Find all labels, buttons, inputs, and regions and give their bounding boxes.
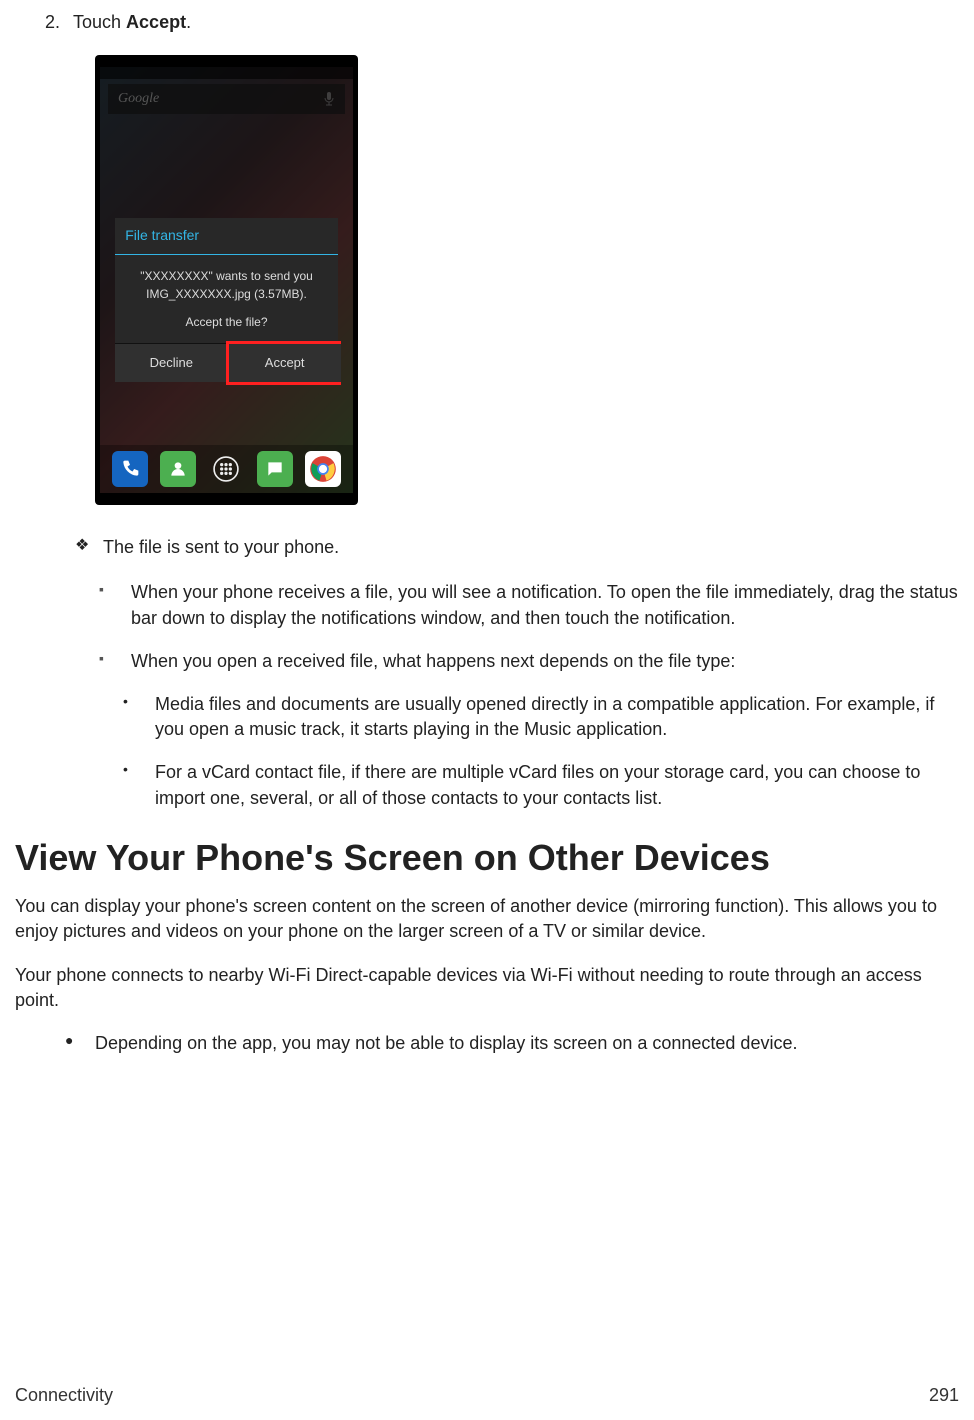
file-transfer-dialog: File transfer "XXXXXXXX" wants to send y… (115, 218, 338, 382)
dialog-line-1: "XXXXXXXX" wants to send you (125, 267, 328, 285)
disc-icon: ● (65, 1031, 95, 1056)
dot-icon: • (123, 760, 155, 810)
phone-mockup: Google File transfer "XXXXXXXX" wants to… (95, 55, 358, 505)
dialog-line-3: Accept the file? (125, 313, 328, 331)
dot-bullet-2: • For a vCard contact file, if there are… (123, 760, 959, 810)
dialog-body: "XXXXXXXX" wants to send you IMG_XXXXXXX… (115, 255, 338, 343)
diamond-icon: ❖ (75, 535, 103, 560)
diamond-bullet: ❖ The file is sent to your phone. (75, 535, 959, 560)
dot-bullet-list: • Media files and documents are usually … (15, 692, 959, 811)
footer-page-number: 291 (929, 1383, 959, 1408)
square-icon: ▪ (99, 580, 131, 630)
contacts-icon (160, 451, 196, 487)
dialog-title: File transfer (115, 218, 338, 255)
phone-icon (112, 451, 148, 487)
accept-button[interactable]: Accept (226, 341, 341, 385)
disc-bullet-list: ● Depending on the app, you may not be a… (15, 1031, 959, 1056)
diamond-bullet-list: ❖ The file is sent to your phone. (15, 535, 959, 560)
square-text-1: When your phone receives a file, you wil… (131, 580, 959, 630)
square-bullet-2: ▪ When you open a received file, what ha… (99, 649, 959, 674)
messages-icon (257, 451, 293, 487)
app-drawer-icon (208, 451, 244, 487)
step-number: 2. (45, 10, 73, 35)
dot-icon: • (123, 692, 155, 742)
step-2: 2. Touch Accept. (15, 10, 959, 35)
dot-text-1: Media files and documents are usually op… (155, 692, 959, 742)
dialog-buttons: Decline Accept (115, 343, 338, 382)
disc-text: Depending on the app, you may not be abl… (95, 1031, 797, 1056)
paragraph-1: You can display your phone's screen cont… (15, 894, 959, 944)
dot-text-2: For a vCard contact file, if there are m… (155, 760, 959, 810)
phone-screen: Google File transfer "XXXXXXXX" wants to… (100, 67, 353, 493)
square-bullet-list: ▪ When your phone receives a file, you w… (15, 580, 959, 674)
page-footer: Connectivity 291 (15, 1383, 959, 1408)
step-text: Touch Accept. (73, 10, 191, 35)
decline-button[interactable]: Decline (115, 344, 228, 382)
disc-bullet: ● Depending on the app, you may not be a… (65, 1031, 959, 1056)
dot-bullet-1: • Media files and documents are usually … (123, 692, 959, 742)
phone-dock (100, 445, 353, 493)
square-icon: ▪ (99, 649, 131, 674)
section-heading: View Your Phone's Screen on Other Device… (15, 829, 959, 887)
dialog-overlay: File transfer "XXXXXXXX" wants to send y… (100, 67, 353, 493)
chrome-icon (305, 451, 341, 487)
paragraph-2: Your phone connects to nearby Wi-Fi Dire… (15, 963, 959, 1013)
screenshot-figure: Google File transfer "XXXXXXXX" wants to… (95, 55, 959, 505)
dialog-line-2: IMG_XXXXXXX.jpg (3.57MB). (125, 285, 328, 303)
square-bullet-1: ▪ When your phone receives a file, you w… (99, 580, 959, 630)
square-text-2: When you open a received file, what happ… (131, 649, 735, 674)
diamond-text: The file is sent to your phone. (103, 535, 339, 560)
footer-section: Connectivity (15, 1383, 113, 1408)
